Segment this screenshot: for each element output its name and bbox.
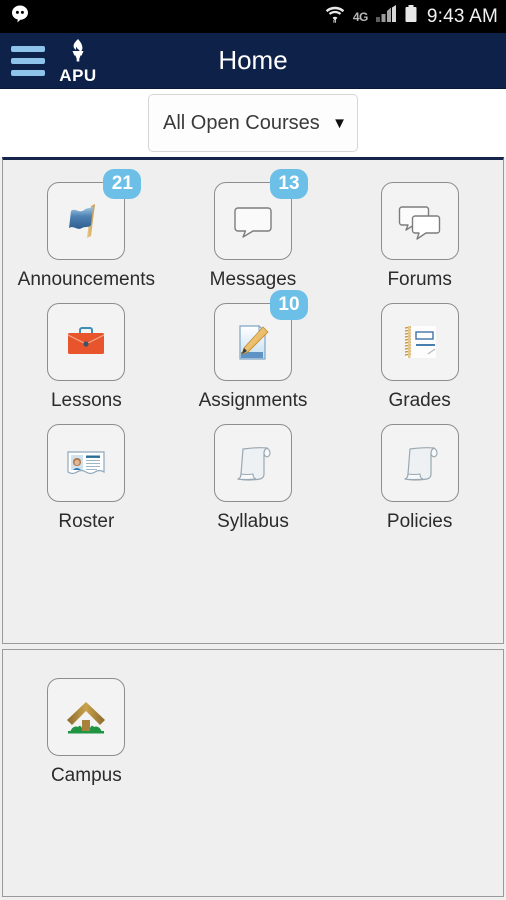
flag-icon <box>69 204 96 238</box>
hangouts-icon <box>10 4 30 29</box>
badge-count: 21 <box>103 169 142 199</box>
tool-row: Lessons 10 Assignments Grades <box>3 290 503 412</box>
tool-label: Assignments <box>198 390 308 411</box>
double-speech-bubble-icon <box>398 206 440 240</box>
tool-tile-wrap: 10 <box>213 290 308 381</box>
status-bar-notifications <box>10 4 30 29</box>
tool-label: Messages <box>209 269 297 290</box>
scroll-icon <box>237 447 271 481</box>
apu-torch-icon[interactable]: APU <box>52 35 104 87</box>
filter-bar: All Open Courses ▼ <box>0 89 506 157</box>
tool-lessons[interactable]: Lessons <box>3 291 170 412</box>
tool-tile <box>380 182 459 260</box>
tool-tile-wrap <box>380 182 459 260</box>
tool-roster[interactable]: Roster <box>3 412 170 533</box>
tool-label: Grades <box>388 390 451 411</box>
hamburger-bar-3 <box>11 69 45 76</box>
torch-icon <box>72 38 84 61</box>
tool-tile-wrap: 21 <box>47 169 142 260</box>
tool-policies[interactable]: Policies <box>336 412 503 533</box>
tool-row: Campus <box>3 666 503 787</box>
tool-label: Syllabus <box>217 511 289 532</box>
tool-assignments[interactable]: 10 Assignments <box>170 290 337 412</box>
tool-grades[interactable]: Grades <box>336 291 503 412</box>
hamburger-menu-icon[interactable] <box>6 45 50 76</box>
tool-label: Roster <box>58 511 115 532</box>
tool-tile <box>213 424 292 502</box>
app-header: APU Home <box>0 33 506 89</box>
badge-count: 13 <box>269 169 308 199</box>
tool-label: Campus <box>50 765 122 786</box>
status-bar-clock: 9:43 AM <box>426 5 498 27</box>
tool-tile <box>47 303 126 381</box>
chevron-down-icon: ▼ <box>332 114 347 132</box>
course-tools-panel: 21 Announcements 13 Messages Forums Less… <box>2 157 504 644</box>
house-icon <box>67 702 106 734</box>
tool-label: Lessons <box>50 390 122 411</box>
hamburger-bar-2 <box>11 57 45 64</box>
tool-syllabus[interactable]: Syllabus <box>170 412 337 533</box>
status-bar: 4G 9:43 AM <box>0 0 506 33</box>
wifi-icon <box>324 4 346 29</box>
tool-label: Forums <box>387 269 452 290</box>
site-tools-panel: Campus <box>2 649 504 897</box>
tool-tile <box>47 424 126 502</box>
speech-bubble-icon <box>234 207 272 238</box>
content-area: 21 Announcements 13 Messages Forums Less… <box>0 157 506 900</box>
notepad-icon <box>404 326 436 358</box>
tool-tile-wrap <box>47 678 126 756</box>
network-type-label: 4G <box>352 9 369 24</box>
tool-tile <box>47 678 126 756</box>
apu-logo-text: APU <box>59 65 97 85</box>
tool-label: Policies <box>386 511 453 532</box>
tool-tile <box>380 303 459 381</box>
status-bar-system-icons: 4G 9:43 AM <box>324 4 498 29</box>
signal-bars-icon <box>375 5 397 28</box>
id-card-icon <box>67 451 105 475</box>
hamburger-bar-1 <box>11 45 45 52</box>
tool-tile-wrap <box>380 424 459 502</box>
tool-row: Roster Syllabus Policies <box>3 412 503 533</box>
tool-cell-empty <box>170 666 337 787</box>
battery-icon <box>404 4 418 29</box>
tool-tile-wrap: 13 <box>213 169 308 260</box>
scroll-icon <box>404 447 438 481</box>
tool-campus[interactable]: Campus <box>3 666 170 787</box>
tool-row: 21 Announcements 13 Messages Forums <box>3 169 503 291</box>
tool-tile-wrap <box>47 303 126 381</box>
course-filter-selected-value: All Open Courses <box>163 111 320 134</box>
tool-tile-wrap <box>47 424 126 502</box>
tool-tile <box>380 424 459 502</box>
tool-messages[interactable]: 13 Messages <box>170 169 337 291</box>
course-filter-dropdown[interactable]: All Open Courses ▼ <box>148 94 358 152</box>
tool-tile-wrap <box>380 303 459 381</box>
tool-label: Announcements <box>17 269 155 290</box>
tool-forums[interactable]: Forums <box>336 170 503 291</box>
tool-cell-empty <box>336 666 503 787</box>
tool-tile-wrap <box>213 424 292 502</box>
briefcase-icon <box>68 327 105 354</box>
document-pencil-icon <box>239 324 269 360</box>
tool-announcements[interactable]: 21 Announcements <box>3 169 170 291</box>
badge-count: 10 <box>269 290 308 320</box>
